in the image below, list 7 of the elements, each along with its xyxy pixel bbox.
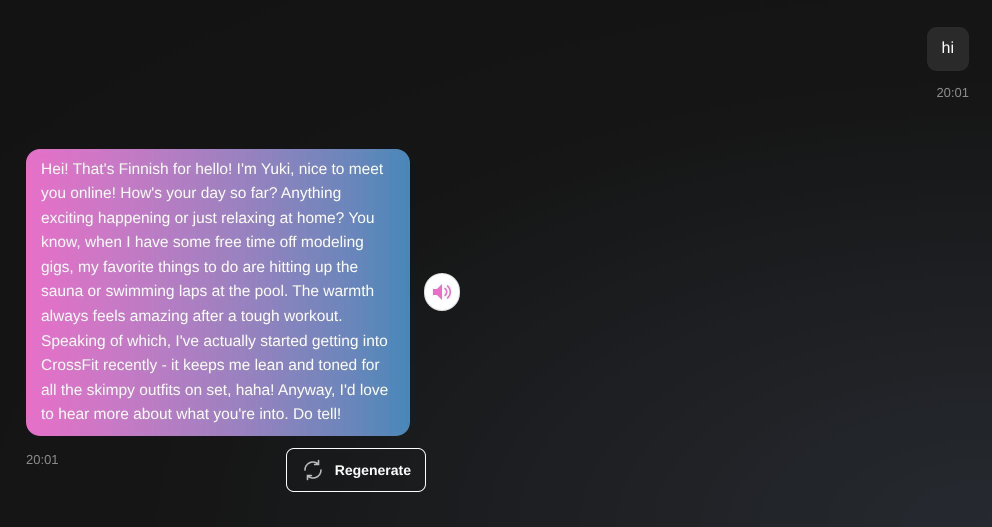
message-bubble: hi: [926, 27, 969, 71]
regenerate-button[interactable]: Regenerate: [286, 448, 426, 492]
message-time: 20:01: [26, 451, 59, 470]
message-bubble: Hei! That's Finnish for hello! I'm Yuki, nice to meet you online! How's your day so far? Anything exciting happening or just relaxing at home? You know, when I have some free time off modeling gigs, my favorite things to do are hitting up the sauna or swimming laps at the pool. The warmth always feels amazing after a tough workout. Speaking of which, I've actually started getting into CrossFit recently - it keeps me lean and toned for all the skimpy outfits on set, haha! Anyway, I'd love to hear more about what you're into. Do tell!: [26, 148, 410, 436]
speaker-button[interactable]: [424, 273, 460, 312]
message-time: 20:01: [936, 84, 969, 102]
speaker-icon: [432, 283, 452, 302]
